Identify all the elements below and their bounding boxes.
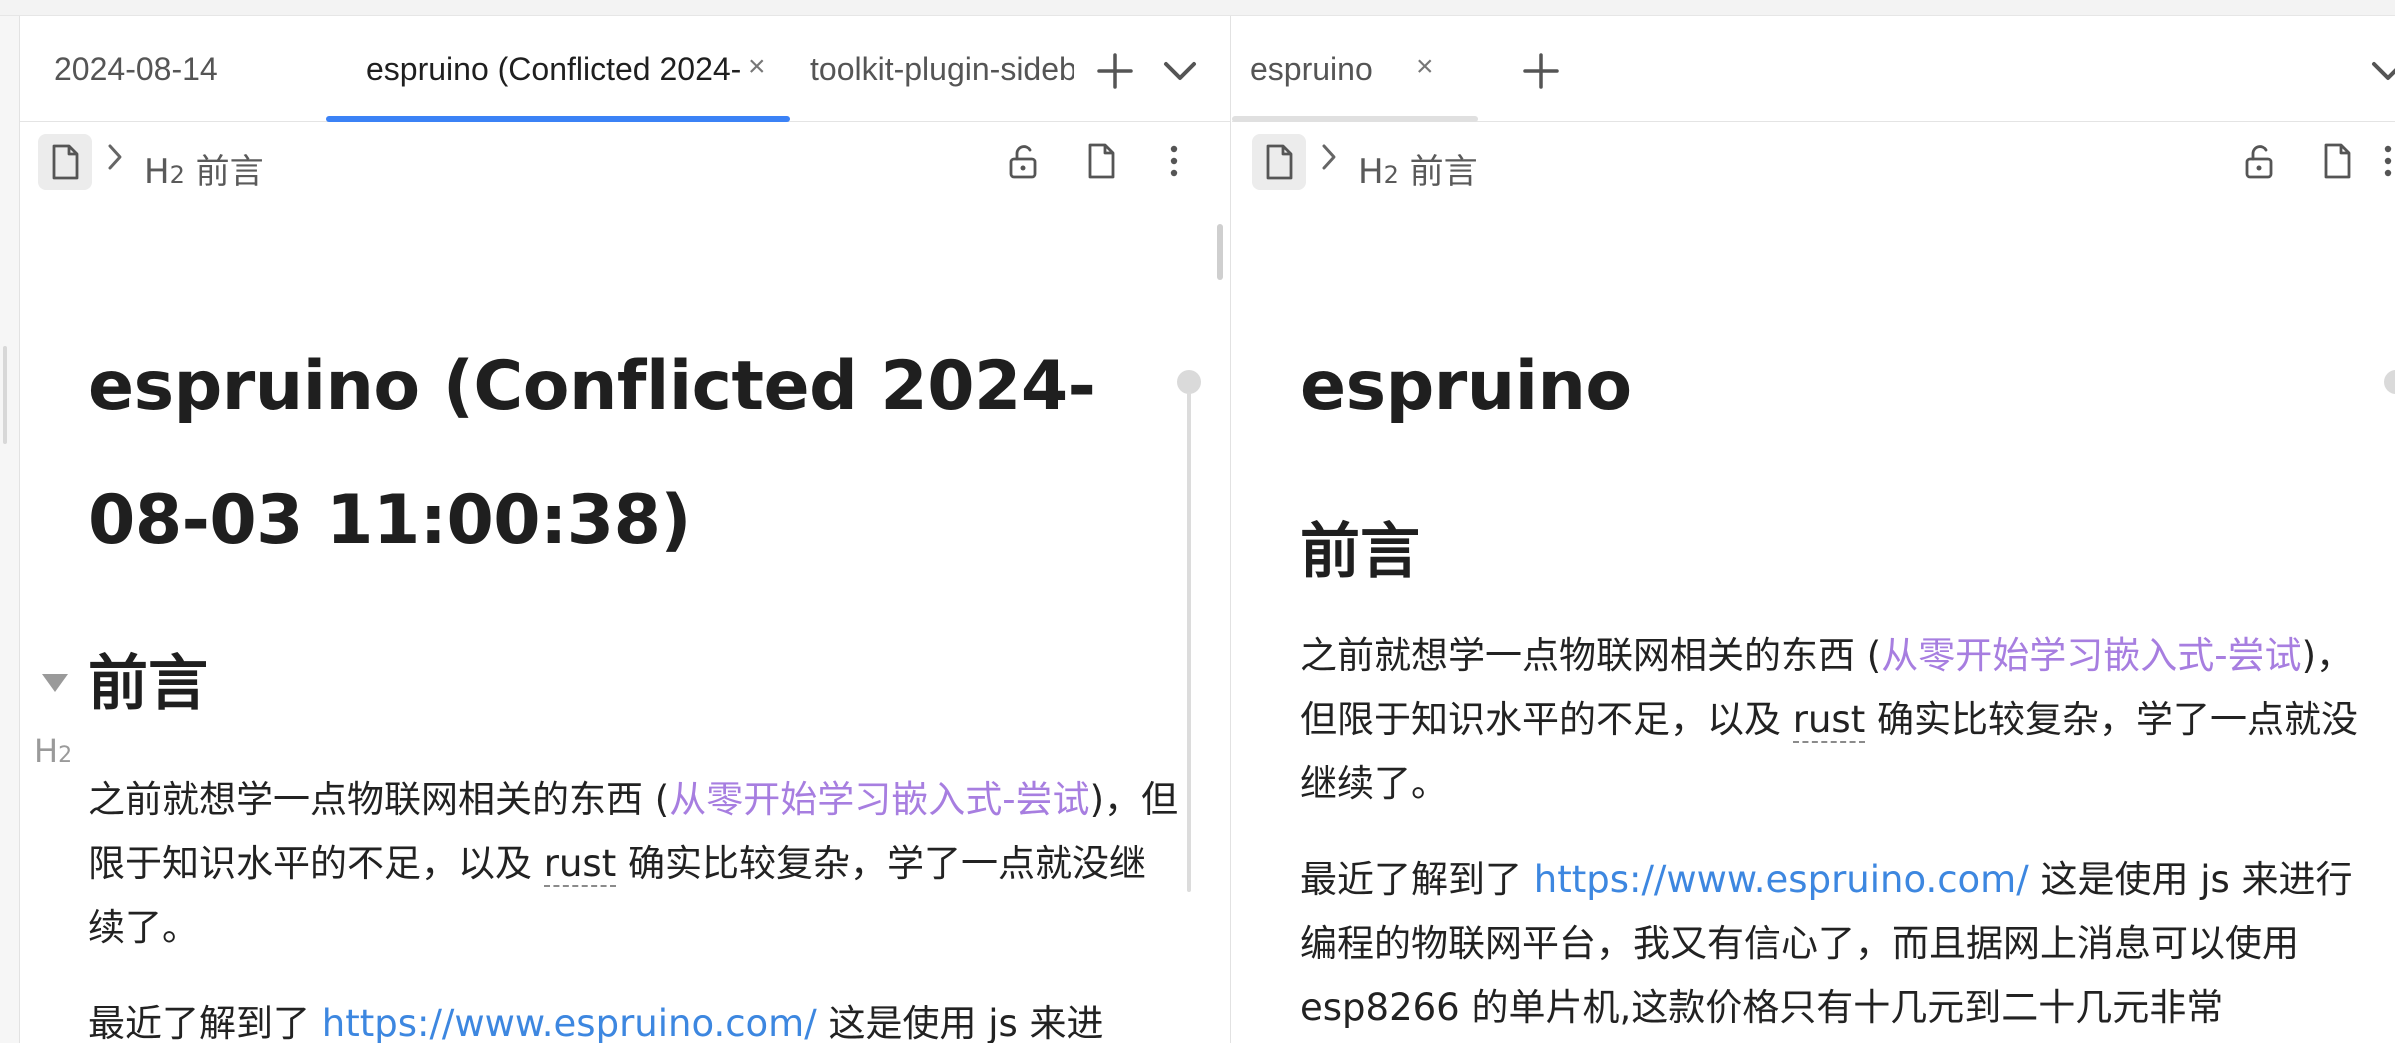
plus-icon[interactable] [1516, 46, 1566, 96]
section-heading[interactable]: 前言 [88, 648, 208, 720]
view-header: H2 前言 [20, 122, 1230, 192]
tab-label: espruino (Conflicted 2024-08-03 11:00:38… [366, 50, 740, 87]
sidebar-resize-handle[interactable] [3, 346, 7, 444]
left-editor-pane: 2024-08-14 espruino (Conflicted 2024-08-… [20, 16, 1231, 1043]
heading-level: H [34, 732, 59, 770]
paragraph-intro[interactable]: 之前就想学一点物联网相关的东西 (从零开始学习嵌入式-尝试)，但限于知识水平的不… [88, 768, 1180, 960]
file-icon[interactable] [38, 134, 92, 190]
file-icon[interactable] [1252, 134, 1306, 190]
tab-label: 2024-08-14 [54, 50, 218, 87]
fold-triangle-icon[interactable] [42, 674, 68, 692]
page-title[interactable]: espruino (Conflicted 2024-08-03 11:00:38… [88, 320, 1148, 588]
tab-2024-08-14[interactable]: 2024-08-14 [54, 16, 294, 122]
spellcheck-term[interactable]: rust [543, 842, 617, 887]
breadcrumb-heading[interactable]: H2 前言 [1358, 144, 1478, 193]
internal-link[interactable]: 从零开始学习嵌入式-尝试 [669, 778, 1089, 821]
tab-close-icon[interactable]: × [1416, 50, 1434, 84]
unlock-icon[interactable] [998, 136, 1048, 186]
note-content: espruino 前言 之前就想学一点物联网相关的东西 (从零开始学习嵌入式-尝… [1232, 192, 2395, 1043]
breadcrumb-heading-level: H [1358, 152, 1384, 192]
section-heading[interactable]: 前言 [1300, 516, 1420, 588]
chevron-right-icon [100, 140, 130, 179]
paragraph-text: 之前就想学一点物联网相关的东西 ( [88, 778, 670, 821]
paragraph-intro[interactable]: 之前就想学一点物联网相关的东西 (从零开始学习嵌入式-尝试)，但限于知识水平的不… [1300, 624, 2370, 816]
external-link[interactable]: https://www.espruino.com/ [1534, 858, 2029, 901]
breadcrumb-heading-sub: 2 [1383, 161, 1399, 189]
tab-espruino[interactable]: espruino × [1232, 16, 1478, 122]
outline-marker[interactable] [2384, 370, 2395, 394]
paragraph-espruino[interactable]: 最近了解到了 https://www.espruino.com/ 这是使用 js… [88, 992, 1180, 1043]
outline-line [1187, 392, 1191, 892]
paragraph-espruino[interactable]: 最近了解到了 https://www.espruino.com/ 这是使用 js… [1300, 848, 2370, 1040]
tab-espruino-conflicted[interactable]: espruino (Conflicted 2024-08-03 11:00:38… [326, 16, 790, 122]
heading-level-marker: H2 [34, 732, 72, 770]
paragraph-text: 之前就想学一点物联网相关的东西 ( [1300, 634, 1882, 677]
more-vertical-icon[interactable] [2378, 136, 2395, 186]
scrollbar-thumb[interactable] [1217, 224, 1223, 280]
left-sidebar-collapsed[interactable] [0, 16, 20, 1043]
breadcrumb-heading-text: 前言 [1409, 152, 1478, 192]
outline-marker[interactable] [1177, 370, 1201, 394]
file-icon[interactable] [1076, 136, 1126, 186]
note-content: espruino (Conflicted 2024-08-03 11:00:38… [20, 192, 1230, 1043]
spellcheck-term[interactable]: rust [1792, 698, 1866, 743]
heading-level-sub: 2 [58, 743, 73, 768]
breadcrumb-heading-level: H [144, 152, 170, 192]
tab-label: espruino [1250, 50, 1373, 87]
breadcrumb-heading-sub: 2 [169, 161, 185, 189]
window-top-strip [0, 0, 2395, 16]
chevron-down-icon[interactable] [1155, 46, 1205, 96]
right-editor-pane: espruino × H2 前言 espruino 前言 之前就想学一点物联网相… [1232, 16, 2395, 1043]
more-vertical-icon[interactable] [1154, 136, 1194, 186]
unlock-icon[interactable] [2234, 136, 2284, 186]
chevron-down-icon[interactable] [2368, 46, 2395, 96]
left-tab-bar: 2024-08-14 espruino (Conflicted 2024-08-… [20, 16, 1230, 122]
right-tab-bar: espruino × [1232, 16, 2395, 122]
tab-label: toolkit-plugin-sidebar [810, 50, 1074, 87]
breadcrumb-heading[interactable]: H2 前言 [144, 144, 264, 193]
paragraph-text: 最近了解到了 [88, 1002, 322, 1043]
tab-toolkit-plugin[interactable]: toolkit-plugin-sidebar [810, 16, 1074, 122]
external-link[interactable]: https://www.espruino.com/ [322, 1002, 817, 1043]
paragraph-text: 这是使用 js 来进 [816, 1002, 1104, 1043]
breadcrumb-heading-text: 前言 [195, 152, 264, 192]
internal-link[interactable]: 从零开始学习嵌入式-尝试 [1881, 634, 2301, 677]
chevron-right-icon [1314, 140, 1344, 179]
page-title[interactable]: espruino [1300, 320, 2360, 454]
file-icon[interactable] [2312, 136, 2362, 186]
paragraph-text: 最近了解到了 [1300, 858, 1534, 901]
plus-icon[interactable] [1090, 46, 1140, 96]
view-header: H2 前言 [1232, 122, 2395, 192]
tab-close-icon[interactable]: × [748, 50, 766, 84]
